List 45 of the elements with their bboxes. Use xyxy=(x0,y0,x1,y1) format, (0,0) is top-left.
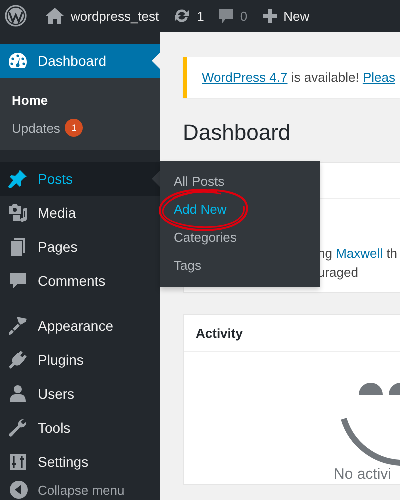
menu-item[interactable]: Pages xyxy=(0,230,160,264)
speech-bubble-icon xyxy=(8,271,28,291)
wrench-icon xyxy=(8,418,28,438)
flyout-item[interactable]: All Posts xyxy=(160,168,320,196)
flyout-item[interactable]: Categories xyxy=(160,224,320,252)
submenu-item[interactable]: Home xyxy=(0,86,160,114)
new-link[interactable]: New xyxy=(284,8,310,24)
menu-item[interactable]: Settings xyxy=(0,445,160,479)
flyout-item[interactable]: Tags xyxy=(160,252,320,280)
menu-item[interactable]: Media xyxy=(0,196,160,230)
pages-icon xyxy=(8,237,28,257)
speech-bubble-icon xyxy=(218,8,234,24)
menu-item[interactable]: Dashboard xyxy=(0,44,160,78)
plug-icon xyxy=(8,350,28,370)
gauge-icon xyxy=(8,51,28,71)
menu-item[interactable]: Users xyxy=(0,377,160,411)
submenu-item[interactable]: Updates 1 xyxy=(0,114,160,142)
menu-item[interactable]: Posts xyxy=(0,162,160,196)
camera-note-icon xyxy=(8,203,28,223)
menu-item[interactable]: Appearance xyxy=(0,309,160,343)
paintbrush-icon xyxy=(8,316,28,336)
menu-item[interactable]: Plugins xyxy=(0,343,160,377)
update-count[interactable]: 1 xyxy=(197,8,204,24)
person-icon xyxy=(8,384,28,404)
plus-icon xyxy=(262,8,278,24)
text-link[interactable]: WordPress 4.7 xyxy=(202,70,288,85)
text-link[interactable]: Pleas xyxy=(362,70,396,85)
logo-icon xyxy=(5,5,27,27)
sliders-icon xyxy=(8,452,28,472)
panel-title: Activity xyxy=(196,326,243,340)
count-badge: 1 xyxy=(65,119,84,137)
menu-item[interactable]: Comments xyxy=(0,264,160,298)
flyout-item[interactable]: Add New xyxy=(160,196,320,224)
notice-text: WordPress 4.7 is available! Pleas xyxy=(202,70,396,85)
refresh-icon xyxy=(173,7,192,25)
page-title: Dashboard xyxy=(183,119,292,147)
house-icon xyxy=(45,7,65,25)
menu-item[interactable]: Tools xyxy=(0,411,160,445)
collapse-menu-button[interactable]: Collapse menu xyxy=(38,482,125,498)
text-link[interactable]: Maxwell xyxy=(336,246,384,261)
pin-icon xyxy=(8,169,28,189)
site-name-link[interactable]: wordpress_test xyxy=(71,8,160,24)
empty-state-text: No activi xyxy=(333,466,393,484)
comment-count[interactable]: 0 xyxy=(240,8,248,24)
pointer-icon xyxy=(152,53,160,69)
